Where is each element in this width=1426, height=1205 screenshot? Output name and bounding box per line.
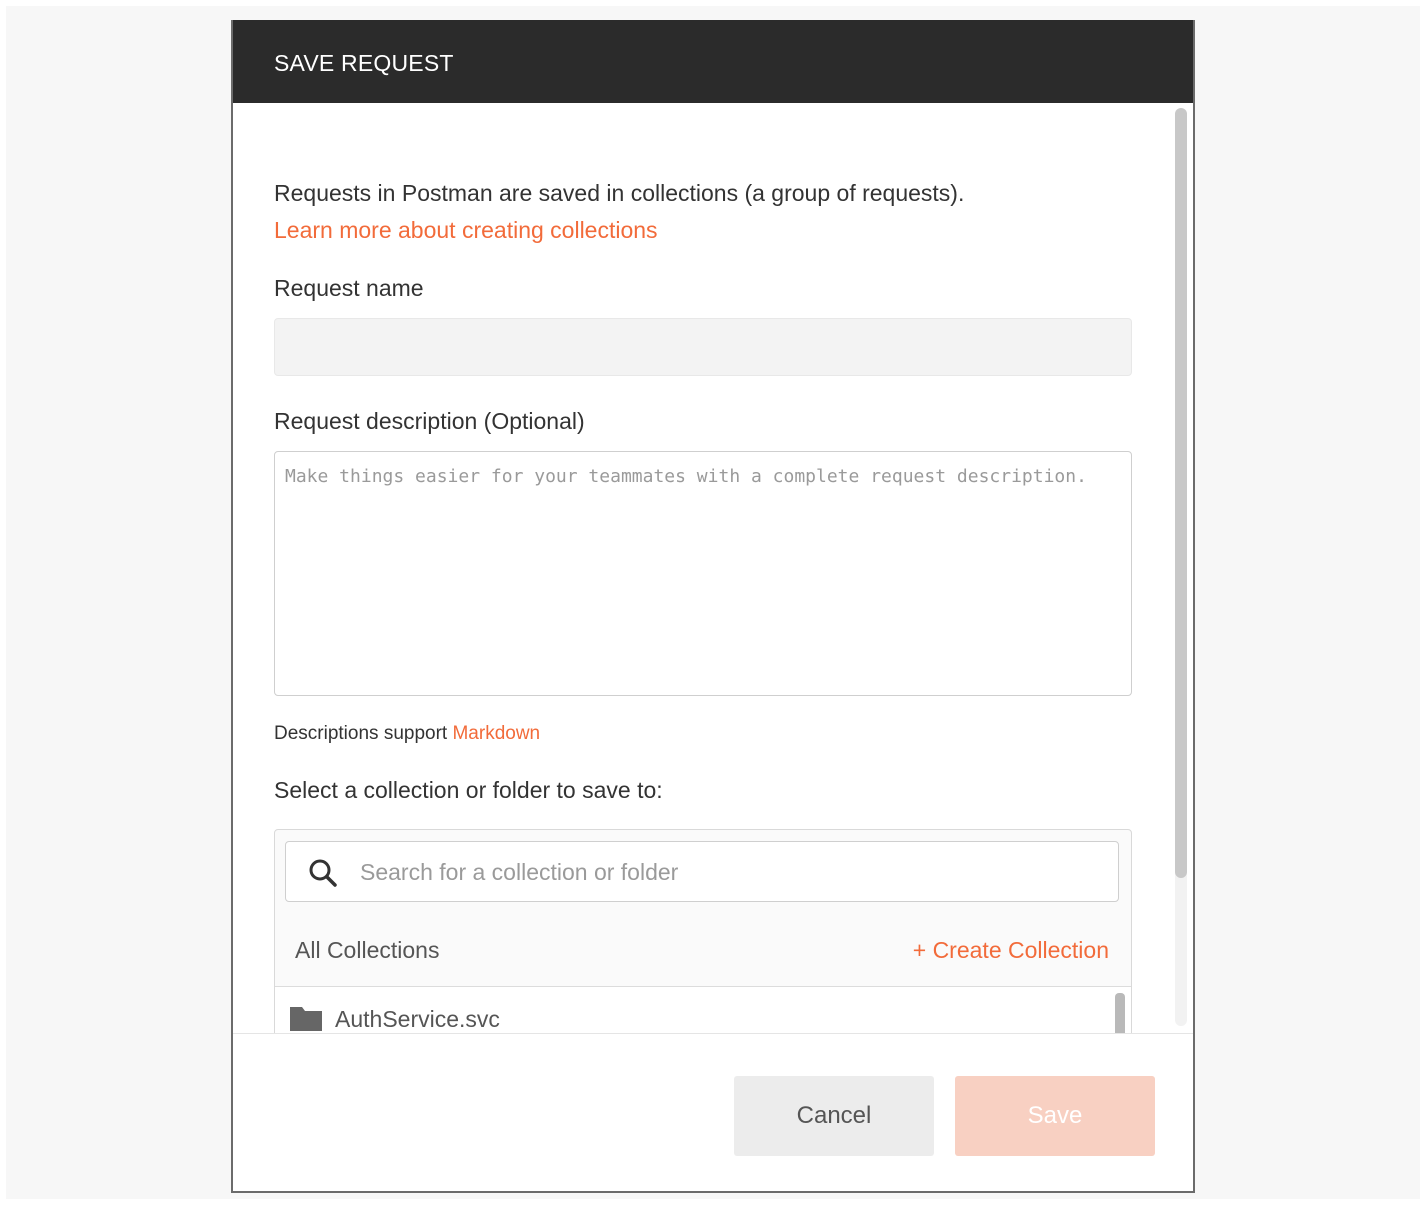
collection-search-input[interactable]: Search for a collection or folder <box>285 841 1119 902</box>
collection-name: AuthService.svc <box>335 1005 500 1032</box>
markdown-note-text: Descriptions support <box>274 723 448 744</box>
dialog-body: Requests in Postman are saved in collect… <box>233 103 1193 1033</box>
search-icon <box>309 859 337 887</box>
dialog-header: SAVE REQUEST <box>233 20 1193 103</box>
create-collection-button[interactable]: + Create Collection <box>913 937 1109 964</box>
request-name-label: Request name <box>274 275 424 301</box>
description-placeholder: Make things easier for your teammates wi… <box>285 466 1087 487</box>
dialog-title: SAVE REQUEST <box>274 50 454 76</box>
collection-list: AuthService.svc <box>275 986 1131 1033</box>
markdown-link[interactable]: Markdown <box>452 723 540 744</box>
folder-icon <box>290 1007 322 1031</box>
request-description-label: Request description (Optional) <box>274 408 585 434</box>
cancel-button[interactable]: Cancel <box>734 1076 934 1156</box>
list-item[interactable]: AuthService.svc <box>289 1001 500 1033</box>
request-description-textarea[interactable]: Make things easier for your teammates wi… <box>274 451 1132 696</box>
collection-picker: Search for a collection or folder All Co… <box>274 829 1132 1033</box>
select-collection-label: Select a collection or folder to save to… <box>274 777 663 803</box>
dialog-scrollbar-thumb[interactable] <box>1175 108 1187 878</box>
intro-text: Requests in Postman are saved in collect… <box>274 180 965 206</box>
save-button[interactable]: Save <box>955 1076 1155 1156</box>
save-request-dialog: SAVE REQUEST Requests in Postman are sav… <box>231 20 1195 1193</box>
markdown-note: Descriptions support Markdown <box>274 723 540 745</box>
learn-more-link[interactable]: Learn more about creating collections <box>274 212 964 249</box>
request-name-input[interactable] <box>274 318 1132 376</box>
dialog-footer: Cancel Save <box>233 1033 1193 1191</box>
intro-section: Requests in Postman are saved in collect… <box>274 175 964 249</box>
list-scrollbar[interactable] <box>1115 993 1125 1033</box>
search-placeholder: Search for a collection or folder <box>360 859 679 885</box>
all-collections-label: All Collections <box>295 937 440 963</box>
dialog-scrollbar[interactable] <box>1175 108 1187 1026</box>
